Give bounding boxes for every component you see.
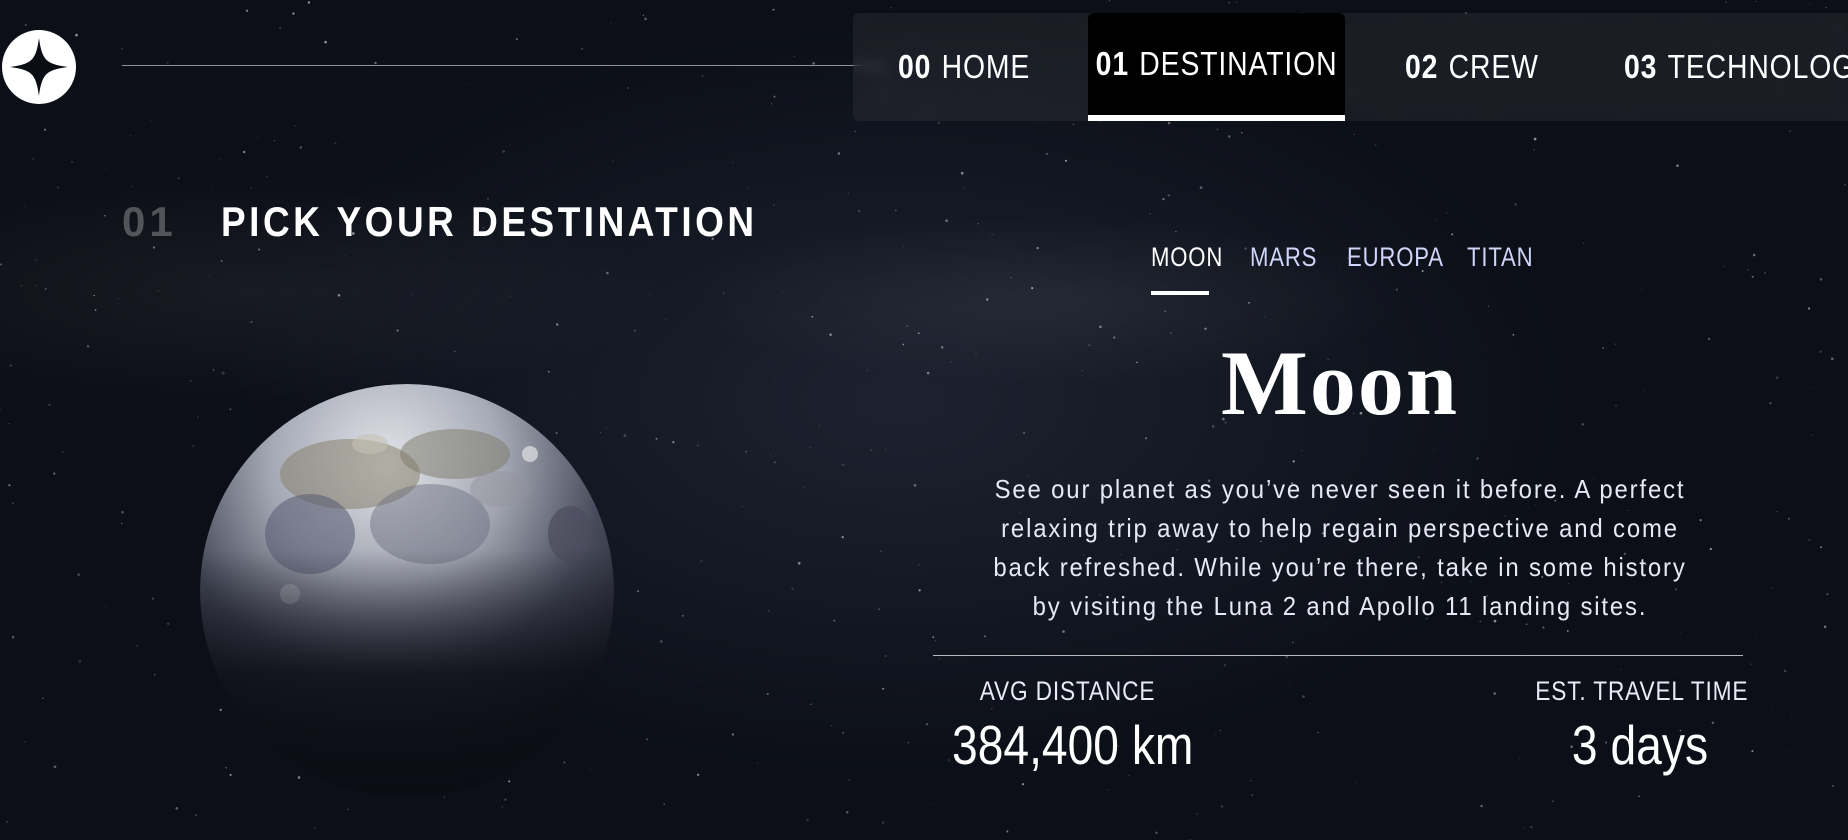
nav-number: 03 xyxy=(1624,48,1658,85)
stat-value: 3 days xyxy=(1571,714,1709,776)
stats-divider xyxy=(933,655,1743,656)
nav-item-technology[interactable]: 03 TECHNOLOGY xyxy=(1624,13,1848,121)
main-nav: 00 HOME 01 DESTINATION 02 CREW 03 TECHNOL… xyxy=(853,13,1848,121)
tab-mars[interactable]: MARS xyxy=(1250,242,1317,287)
stat-travel-time: EST. TRAVEL TIME 3 days xyxy=(1515,676,1765,777)
nav-label: CREW xyxy=(1448,48,1539,85)
stat-label: EST. TRAVEL TIME xyxy=(1535,676,1749,706)
page-heading-number: 01 xyxy=(122,198,177,245)
destination-title: Moon xyxy=(1221,332,1459,434)
stat-avg-distance: AVG DISTANCE 384,400 km xyxy=(930,676,1205,777)
nav-item-crew[interactable]: 02 CREW xyxy=(1405,13,1539,121)
page-heading: 01 PICK YOUR DESTINATION xyxy=(122,198,831,246)
tab-titan[interactable]: TITAN xyxy=(1467,242,1533,287)
logo-icon[interactable] xyxy=(2,30,76,104)
stat-label: AVG DISTANCE xyxy=(979,676,1156,706)
moon-image xyxy=(200,384,614,798)
tab-moon[interactable]: MOON xyxy=(1151,242,1223,287)
nav-number: 02 xyxy=(1405,48,1439,85)
tab-europa[interactable]: EUROPA xyxy=(1347,242,1444,287)
nav-number: 01 xyxy=(1095,45,1129,82)
page-heading-text: PICK YOUR DESTINATION xyxy=(220,198,758,245)
nav-item-home[interactable]: 00 HOME xyxy=(898,13,1030,121)
nav-item-destination[interactable]: 01 DESTINATION xyxy=(1088,13,1345,121)
active-tab-indicator xyxy=(1151,291,1209,295)
nav-label: DESTINATION xyxy=(1139,45,1338,82)
nav-number: 00 xyxy=(898,48,932,85)
header-divider xyxy=(122,65,882,66)
nav-label: TECHNOLOGY xyxy=(1667,48,1848,85)
nav-label: HOME xyxy=(941,48,1031,85)
stat-value: 384,400 km xyxy=(952,714,1194,776)
destination-description: See our planet as you’ve never seen it b… xyxy=(993,474,1687,621)
